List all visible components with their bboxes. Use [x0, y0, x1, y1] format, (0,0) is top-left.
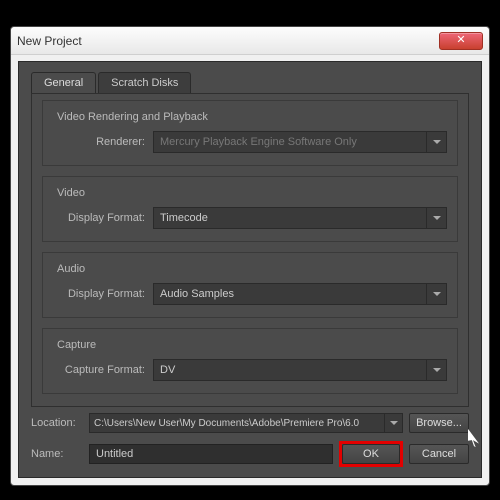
browse-button[interactable]: Browse... — [409, 413, 469, 433]
group-video-rendering: Video Rendering and Playback Renderer: M… — [42, 100, 458, 166]
chevron-down-icon — [426, 132, 446, 152]
chevron-down-icon — [426, 284, 446, 304]
group-title: Video Rendering and Playback — [57, 111, 447, 123]
tabs: General Scratch Disks — [19, 62, 481, 93]
name-input[interactable] — [89, 444, 333, 464]
group-capture: Capture Capture Format: DV — [42, 328, 458, 394]
tab-scratch-disks[interactable]: Scratch Disks — [98, 72, 191, 93]
group-audio: Audio Display Format: Audio Samples — [42, 252, 458, 318]
video-format-value: Timecode — [160, 212, 208, 224]
audio-format-label: Display Format: — [53, 288, 153, 300]
capture-format-value: DV — [160, 364, 175, 376]
capture-format-label: Capture Format: — [53, 364, 153, 376]
renderer-label: Renderer: — [53, 136, 153, 148]
tab-general[interactable]: General — [31, 72, 96, 93]
bottom-controls: Location: C:\Users\New User\My Documents… — [31, 405, 469, 467]
group-title: Audio — [57, 263, 447, 275]
cancel-button[interactable]: Cancel — [409, 444, 469, 464]
location-path: C:\Users\New User\My Documents\Adobe\Pre… — [94, 418, 359, 429]
chevron-down-icon — [426, 360, 446, 380]
audio-format-select[interactable]: Audio Samples — [153, 283, 447, 305]
renderer-value: Mercury Playback Engine Software Only — [160, 136, 357, 148]
name-label: Name: — [31, 448, 89, 460]
group-title: Video — [57, 187, 447, 199]
location-select[interactable]: C:\Users\New User\My Documents\Adobe\Pre… — [89, 413, 403, 433]
group-title: Capture — [57, 339, 447, 351]
capture-format-select[interactable]: DV — [153, 359, 447, 381]
chevron-down-icon — [426, 208, 446, 228]
chevron-down-icon — [384, 414, 402, 432]
video-format-label: Display Format: — [53, 212, 153, 224]
video-format-select[interactable]: Timecode — [153, 207, 447, 229]
ok-highlight: OK — [339, 441, 403, 467]
group-video: Video Display Format: Timecode — [42, 176, 458, 242]
location-label: Location: — [31, 417, 89, 429]
new-project-dialog: New Project ✕ General Scratch Disks Vide… — [10, 26, 490, 486]
dialog-body: General Scratch Disks Video Rendering an… — [18, 61, 482, 478]
tab-page-general: Video Rendering and Playback Renderer: M… — [31, 93, 469, 407]
window-title: New Project — [17, 34, 439, 48]
renderer-select: Mercury Playback Engine Software Only — [153, 131, 447, 153]
close-button[interactable]: ✕ — [439, 32, 483, 50]
ok-button[interactable]: OK — [342, 444, 400, 464]
audio-format-value: Audio Samples — [160, 288, 234, 300]
titlebar[interactable]: New Project ✕ — [11, 27, 489, 55]
